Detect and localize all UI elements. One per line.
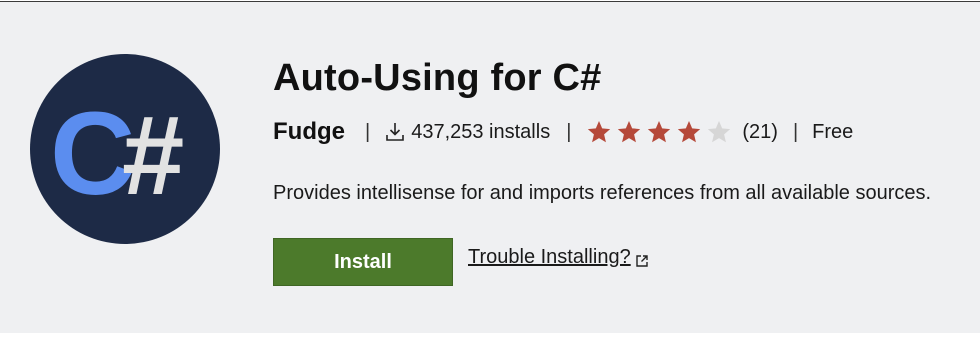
price-label: Free <box>812 120 854 143</box>
external-link-icon <box>635 251 649 267</box>
star-icon <box>648 120 671 143</box>
extension-meta: Fudge | 437,253 installs | (21) | Free <box>273 116 853 148</box>
trouble-installing-link[interactable]: Trouble Installing? <box>468 246 649 269</box>
extension-title: Auto-Using for C# <box>273 57 602 99</box>
separator: | <box>365 120 371 143</box>
install-count: 437,253 installs <box>411 120 551 143</box>
svg-text:#: # <box>122 93 184 218</box>
download-icon <box>385 121 405 143</box>
rating-stars[interactable] <box>586 119 732 145</box>
extension-description: Provides intellisense for and imports re… <box>273 182 932 204</box>
separator: | <box>792 120 799 143</box>
trouble-installing-label: Trouble Installing? <box>468 246 631 268</box>
rating-count[interactable]: (21) <box>742 121 778 144</box>
star-icon <box>678 120 701 143</box>
extension-logo: C # <box>30 54 220 244</box>
star-icon <box>588 120 611 143</box>
extension-banner: C # Auto-Using for C# Fudge | 437,253 in… <box>0 1 980 333</box>
star-empty-icon <box>708 120 731 143</box>
separator: | <box>566 120 572 143</box>
install-button[interactable]: Install <box>273 238 453 286</box>
star-icon <box>618 120 641 143</box>
publisher-link[interactable]: Fudge <box>273 118 345 146</box>
